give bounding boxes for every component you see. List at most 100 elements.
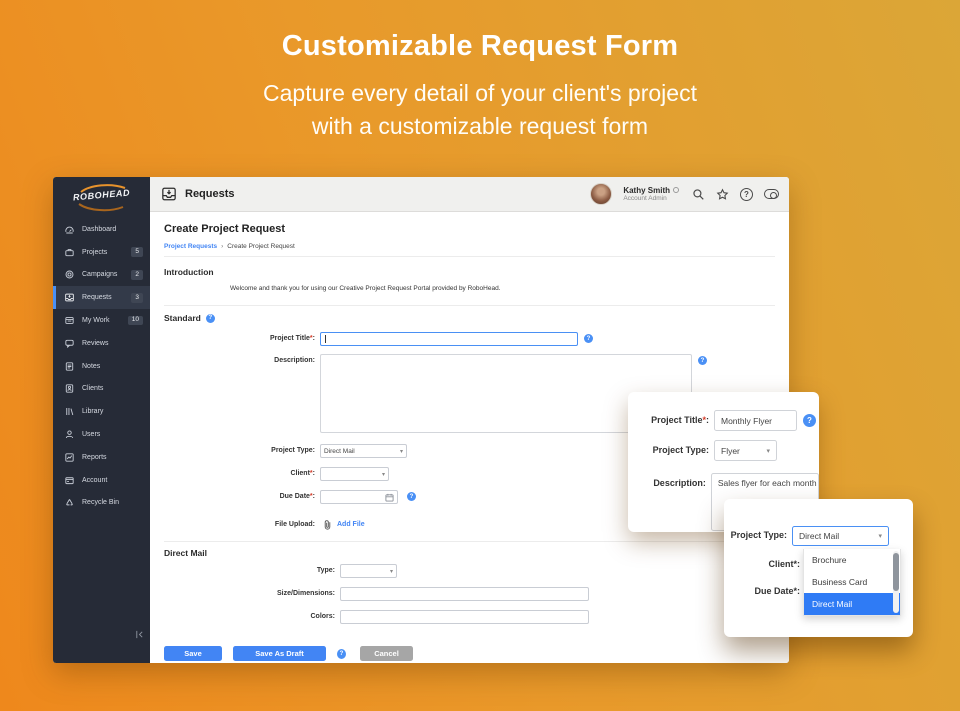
project-title-input[interactable] <box>320 332 578 346</box>
breadcrumb: Project Requests › Create Project Reques… <box>164 243 775 257</box>
theme-toggle-icon[interactable] <box>764 189 779 199</box>
dm-size-label: Size/Dimensions: <box>277 590 335 597</box>
file-upload-label: File Upload: <box>274 521 315 528</box>
sidebar-item-account[interactable]: Account <box>53 469 150 492</box>
due-date-help-icon[interactable]: ? <box>407 492 416 501</box>
dm-type-row: Type: ▾ <box>164 564 775 578</box>
dm-type-select[interactable]: ▾ <box>340 564 397 578</box>
avatar[interactable] <box>590 183 613 205</box>
hero-subtitle-line2: with a customizable request form <box>311 113 649 139</box>
cancel-button[interactable]: Cancel <box>360 646 413 661</box>
standard-heading: Standard ? <box>164 313 775 323</box>
id-badge-icon <box>65 384 74 394</box>
sidebar-item-my-work[interactable]: My Work 10 <box>53 309 150 332</box>
scrollbar-thumb[interactable] <box>893 553 899 591</box>
popup1-title-label: Project Title*: <box>651 415 709 425</box>
sidebar-collapse-icon[interactable] <box>135 630 144 639</box>
sidebar-item-reports[interactable]: Reports <box>53 446 150 469</box>
project-title-label: Project Title*: <box>269 335 315 342</box>
due-date-label: Due Date*: <box>279 493 315 500</box>
add-file-link[interactable]: Add File <box>337 521 365 528</box>
sidebar-item-label: Library <box>82 408 104 416</box>
recycle-icon <box>66 499 73 506</box>
help-icon[interactable]: ? <box>740 187 753 201</box>
sidebar-item-clients[interactable]: Clients <box>53 378 150 401</box>
popup-dropdown-card: Project Type: Direct Mail ▾ Client*: Due … <box>724 499 913 637</box>
dm-colors-row: Colors: <box>164 610 775 624</box>
project-type-select[interactable]: Direct Mail ▾ <box>320 444 407 458</box>
due-date-input[interactable] <box>320 490 398 504</box>
page-header-title: Requests <box>185 188 235 200</box>
chevron-down-icon: ▾ <box>766 447 770 455</box>
my-work-icon <box>65 317 74 324</box>
standard-help-icon[interactable]: ? <box>205 313 215 323</box>
dashboard-icon <box>65 226 74 234</box>
sidebar-item-notes[interactable]: Notes <box>53 355 150 378</box>
direct-mail-section: Type: ▾ Size/Dimensions: Colors: <box>164 564 775 624</box>
app-header: Requests Kathy Smith Account Admin ? <box>150 177 789 212</box>
user-name: Kathy Smith <box>623 185 670 195</box>
save-button[interactable]: Save <box>164 646 222 661</box>
popup1-type-select[interactable]: Flyer ▾ <box>714 440 777 461</box>
popup2-due-date-label: Due Date*: <box>754 586 800 596</box>
description-label: Description: <box>274 357 315 364</box>
sidebar-item-label: Clients <box>82 385 104 393</box>
sidebar-badge: 2 <box>131 270 143 280</box>
star-icon[interactable] <box>716 188 729 201</box>
client-select[interactable]: ▾ <box>320 467 389 481</box>
project-title-help-icon[interactable]: ? <box>584 334 593 343</box>
dm-size-input[interactable] <box>340 587 589 601</box>
requests-header-icon <box>162 187 176 201</box>
sidebar-item-label: Dashboard <box>82 225 117 233</box>
project-type-dropdown-menu: Brochure Business Card Direct Mail <box>803 549 901 616</box>
sidebar: ROBOHEAD Dashboard Projects 5 Campaigns … <box>53 177 150 663</box>
chevron-down-icon: ▾ <box>381 471 385 478</box>
chart-icon <box>65 453 74 462</box>
user-icon <box>65 430 74 439</box>
user-menu-icon[interactable] <box>673 187 679 194</box>
calendar-icon[interactable] <box>385 493 394 502</box>
popup1-help-icon[interactable]: ? <box>803 414 816 427</box>
project-title-row: Project Title*: ? <box>164 332 775 346</box>
sidebar-item-label: Reviews <box>82 339 109 347</box>
sidebar-item-dashboard[interactable]: Dashboard <box>53 218 150 241</box>
sidebar-item-reviews[interactable]: Reviews <box>53 332 150 355</box>
introduction-text: Welcome and thank you for using our Crea… <box>230 285 501 292</box>
sidebar-item-users[interactable]: Users <box>53 423 150 446</box>
popup1-description-label: Description: <box>653 478 706 488</box>
robohead-logo: ROBOHEAD <box>53 177 150 217</box>
sidebar-item-label: Account <box>82 476 108 484</box>
dropdown-option-brochure[interactable]: Brochure <box>804 549 900 571</box>
breadcrumb-link[interactable]: Project Requests <box>164 243 217 250</box>
description-help-icon[interactable]: ? <box>698 356 707 365</box>
sidebar-item-requests[interactable]: Requests 3 <box>53 286 150 310</box>
popup1-type-row: Project Type: Flyer ▾ <box>628 440 819 461</box>
sidebar-item-recycle-bin[interactable]: Recycle Bin <box>53 492 150 515</box>
sidebar-item-campaigns[interactable]: Campaigns 2 <box>53 264 150 287</box>
paperclip-icon <box>324 520 331 530</box>
briefcase-icon <box>65 248 74 256</box>
direct-mail-heading: Direct Mail <box>164 548 207 558</box>
sidebar-item-label: Users <box>82 431 101 439</box>
popup2-type-row: Project Type: Direct Mail ▾ <box>724 526 913 546</box>
notes-icon <box>65 362 74 371</box>
chevron-down-icon: ▾ <box>878 533 882 540</box>
popup2-type-select[interactable]: Direct Mail ▾ <box>792 526 889 546</box>
dm-type-label: Type: <box>316 567 335 574</box>
search-icon[interactable] <box>692 188 705 201</box>
dm-colors-input[interactable] <box>340 610 589 624</box>
save-draft-help-icon[interactable]: ? <box>337 648 346 659</box>
popup1-type-label: Project Type: <box>652 445 709 455</box>
dropdown-scrollbar[interactable] <box>893 551 899 613</box>
sidebar-item-label: Reports <box>82 453 107 461</box>
sidebar-item-projects[interactable]: Projects 5 <box>53 241 150 264</box>
save-as-draft-button[interactable]: Save As Draft <box>233 646 326 661</box>
popup1-title-input[interactable]: Monthly Flyer <box>714 410 797 431</box>
dropdown-option-business-card[interactable]: Business Card <box>804 571 900 593</box>
client-label: Client*: <box>290 470 315 477</box>
sidebar-nav: Dashboard Projects 5 Campaigns 2 Request… <box>53 218 150 514</box>
dropdown-option-direct-mail[interactable]: Direct Mail <box>804 593 900 615</box>
sidebar-badge: 5 <box>131 247 143 257</box>
user-block[interactable]: Kathy Smith Account Admin <box>623 186 679 203</box>
sidebar-item-library[interactable]: Library <box>53 400 150 423</box>
